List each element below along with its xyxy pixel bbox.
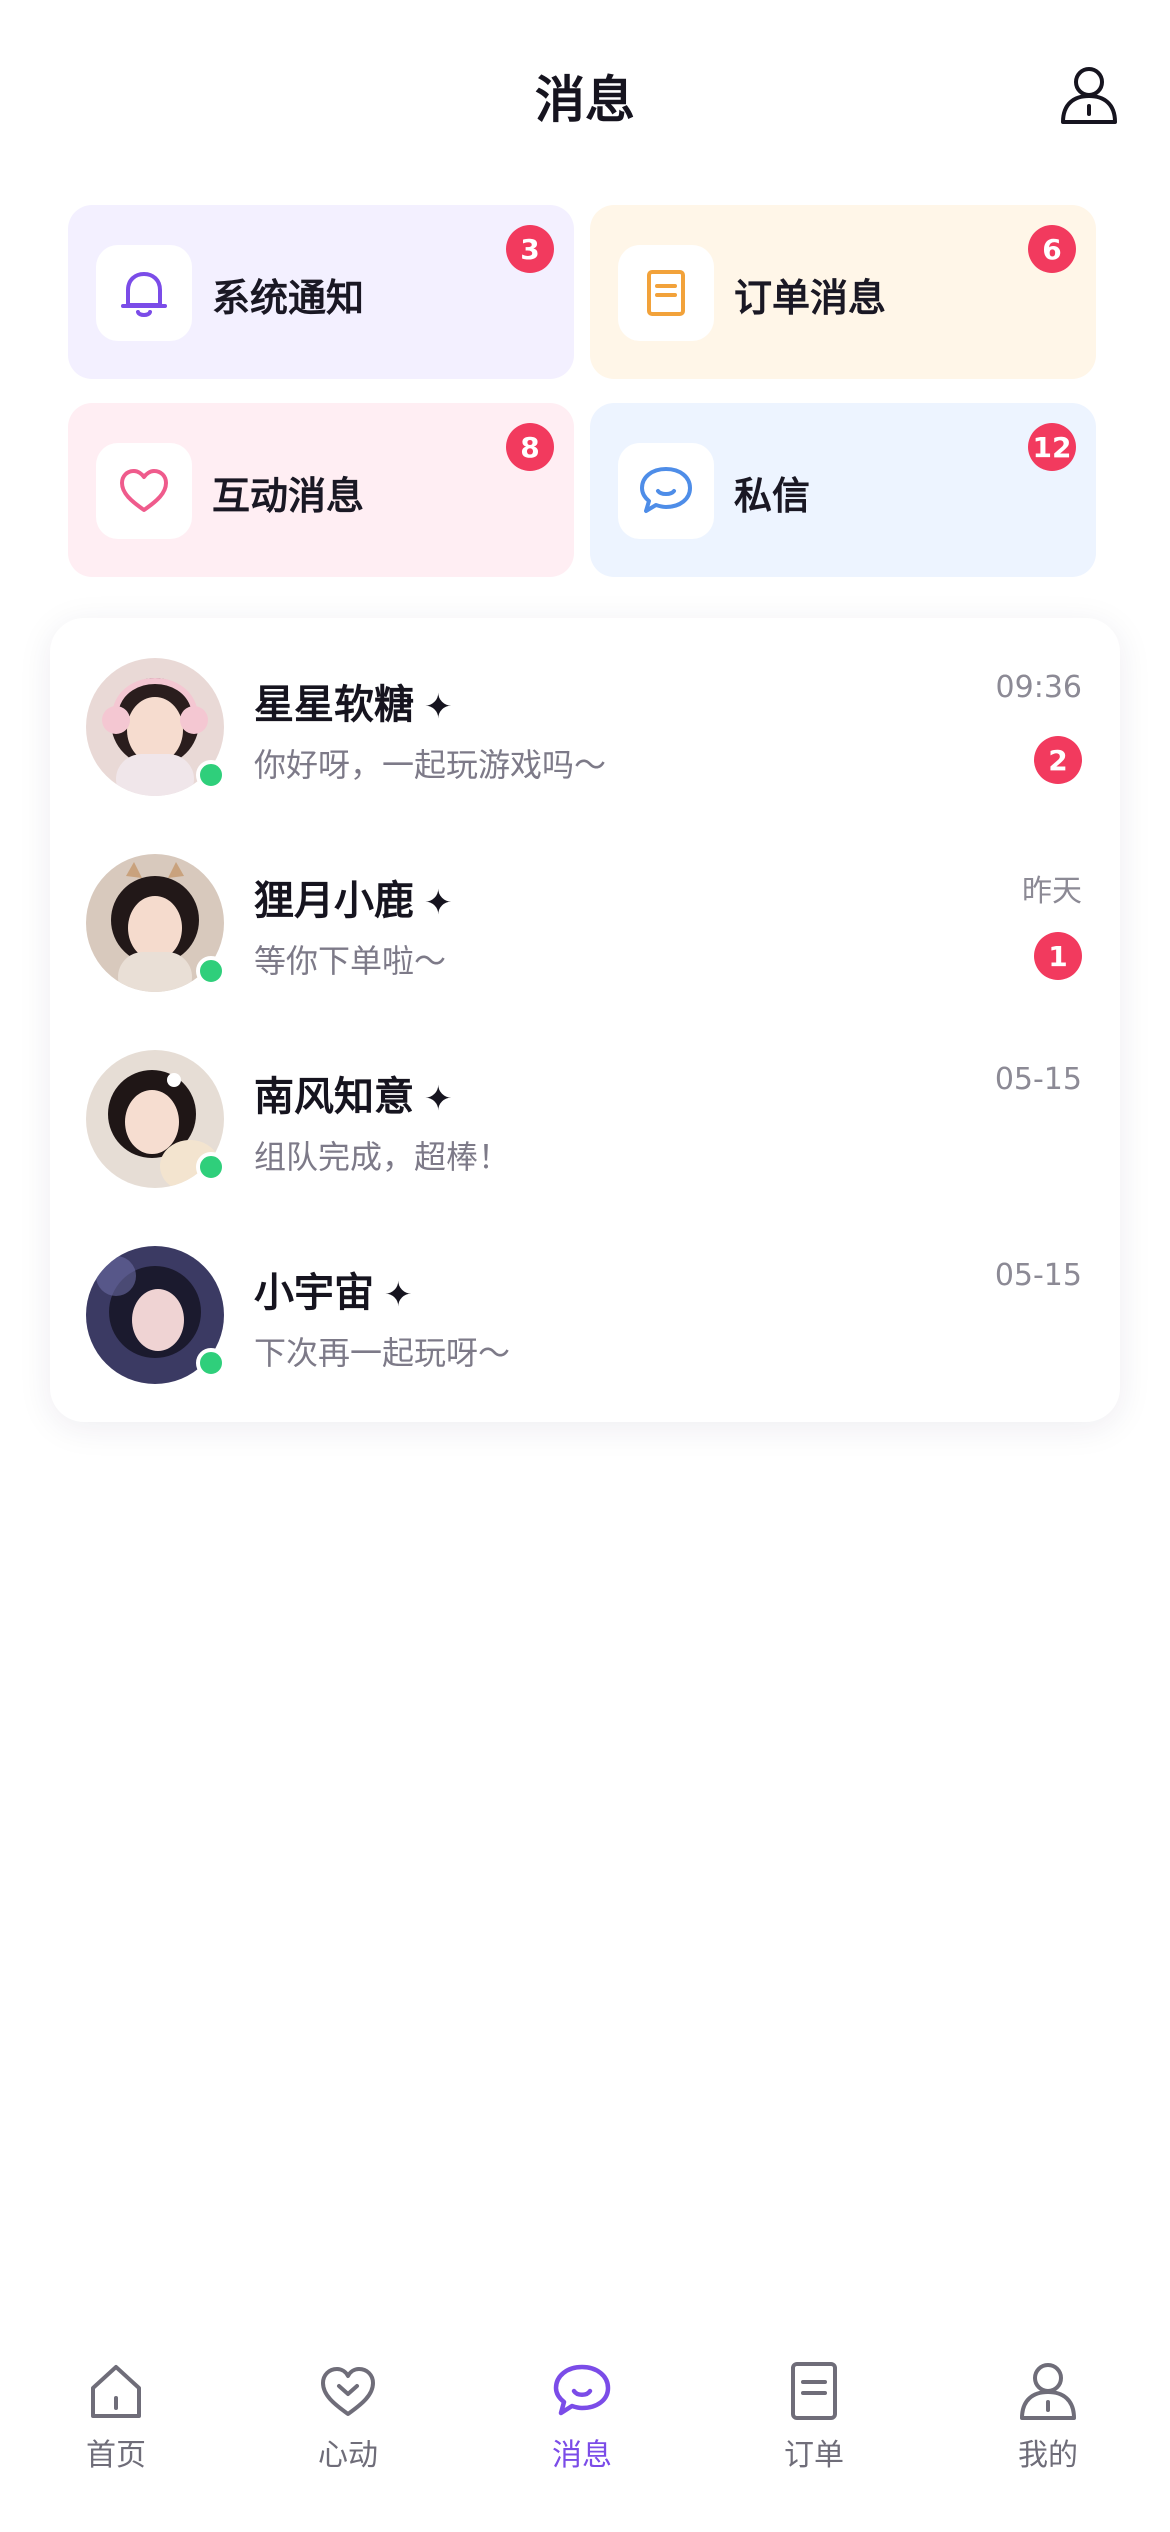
- category-label: 私信: [734, 474, 811, 518]
- avatar: [86, 1246, 226, 1384]
- tab-label: 心动: [318, 2438, 378, 2473]
- bell-icon: [121, 272, 167, 317]
- category-label: 订单消息: [734, 276, 887, 320]
- home-icon: [91, 2365, 141, 2418]
- tab-label: 我的: [1018, 2438, 1078, 2473]
- message-preview: 你好呀，一起玩游戏吗～: [254, 746, 607, 784]
- avatar: [86, 1050, 226, 1188]
- tab-home[interactable]: 首页: [36, 2358, 196, 2508]
- bottom-tab-bar: 首页 心动 消息 订单 我的: [0, 2330, 1170, 2532]
- message-time: 05-15: [994, 1062, 1082, 1097]
- message-time: 昨天: [1022, 874, 1082, 909]
- heart-icon: [321, 2367, 375, 2416]
- message-time: 05-15: [994, 1258, 1082, 1293]
- category-label: 系统通知: [212, 276, 365, 320]
- avatar: [86, 658, 226, 796]
- user-icon: [1020, 2363, 1076, 2420]
- document-icon: [791, 2362, 837, 2420]
- unread-badge: 3: [506, 225, 554, 273]
- document-icon: [647, 270, 685, 316]
- tab-label: 首页: [86, 2438, 146, 2473]
- sparkle-icon: ✦: [424, 687, 453, 727]
- avatar: [86, 854, 226, 992]
- online-indicator: [196, 956, 226, 986]
- sparkle-icon: ✦: [424, 1079, 453, 1119]
- category-order-messages[interactable]: 订单消息 6: [590, 205, 1096, 379]
- conversation-list: 星星软糖✦ 你好呀，一起玩游戏吗～ 09:36 2 狸月小鹿✦ 等你下单啦～: [50, 618, 1120, 1422]
- message-time: 09:36: [995, 670, 1082, 705]
- tab-heartbeat[interactable]: 心动: [268, 2358, 428, 2508]
- tab-label: 订单: [784, 2438, 844, 2473]
- tab-messages[interactable]: 消息: [502, 2358, 662, 2508]
- chat-bubble-icon: [640, 467, 692, 513]
- contact-name: 狸月小鹿: [254, 878, 414, 924]
- online-indicator: [196, 1152, 226, 1182]
- unread-badge: 8: [506, 423, 554, 471]
- unread-badge: 1: [1034, 932, 1082, 980]
- unread-badge: 2: [1034, 736, 1082, 784]
- sparkle-icon: ✦: [384, 1275, 413, 1315]
- heart-icon: [120, 469, 168, 512]
- unread-badge: 6: [1028, 225, 1076, 273]
- conversation-item[interactable]: 小宇宙 ✦ 下次再一起玩呀～ 05-15: [50, 1206, 1120, 1402]
- user-outline-icon: [1061, 67, 1117, 124]
- message-preview: 等你下单啦～: [254, 942, 447, 980]
- tab-label: 消息: [552, 2438, 612, 2473]
- unread-badge: 12: [1028, 423, 1076, 471]
- profile-button[interactable]: [1056, 62, 1122, 128]
- message-preview: 组队完成，超棒！: [254, 1138, 511, 1176]
- contact-name: 星星软糖: [254, 682, 414, 728]
- tab-orders[interactable]: 订单: [734, 2358, 894, 2508]
- category-label: 互动消息: [212, 474, 365, 518]
- online-indicator: [196, 1348, 226, 1378]
- page-title: 消息: [535, 71, 635, 129]
- conversation-item[interactable]: 狸月小鹿 ✦ 等你下单啦～ 昨天 1: [50, 814, 1120, 1010]
- header: 消息: [0, 0, 1170, 190]
- chat-bubble-icon: [553, 2364, 611, 2416]
- online-indicator: [196, 760, 226, 790]
- contact-name: 南风知意: [254, 1074, 414, 1120]
- category-interaction-messages[interactable]: 互动消息 8: [68, 403, 574, 577]
- tab-mine[interactable]: 我的: [968, 2358, 1128, 2508]
- message-preview: 下次再一起玩呀～: [254, 1334, 511, 1372]
- conversation-item[interactable]: 星星软糖 ✦ 你好呀，一起玩游戏吗～ 09:36 2: [50, 618, 1120, 814]
- category-private-messages[interactable]: 私信 12: [590, 403, 1096, 577]
- conversation-item[interactable]: 南风知意 ✦ 组队完成，超棒！ 05-15: [50, 1010, 1120, 1206]
- category-system-notice[interactable]: 系统通知 3: [68, 205, 574, 379]
- contact-name: 小宇宙: [254, 1270, 374, 1316]
- sparkle-icon: ✦: [424, 883, 453, 923]
